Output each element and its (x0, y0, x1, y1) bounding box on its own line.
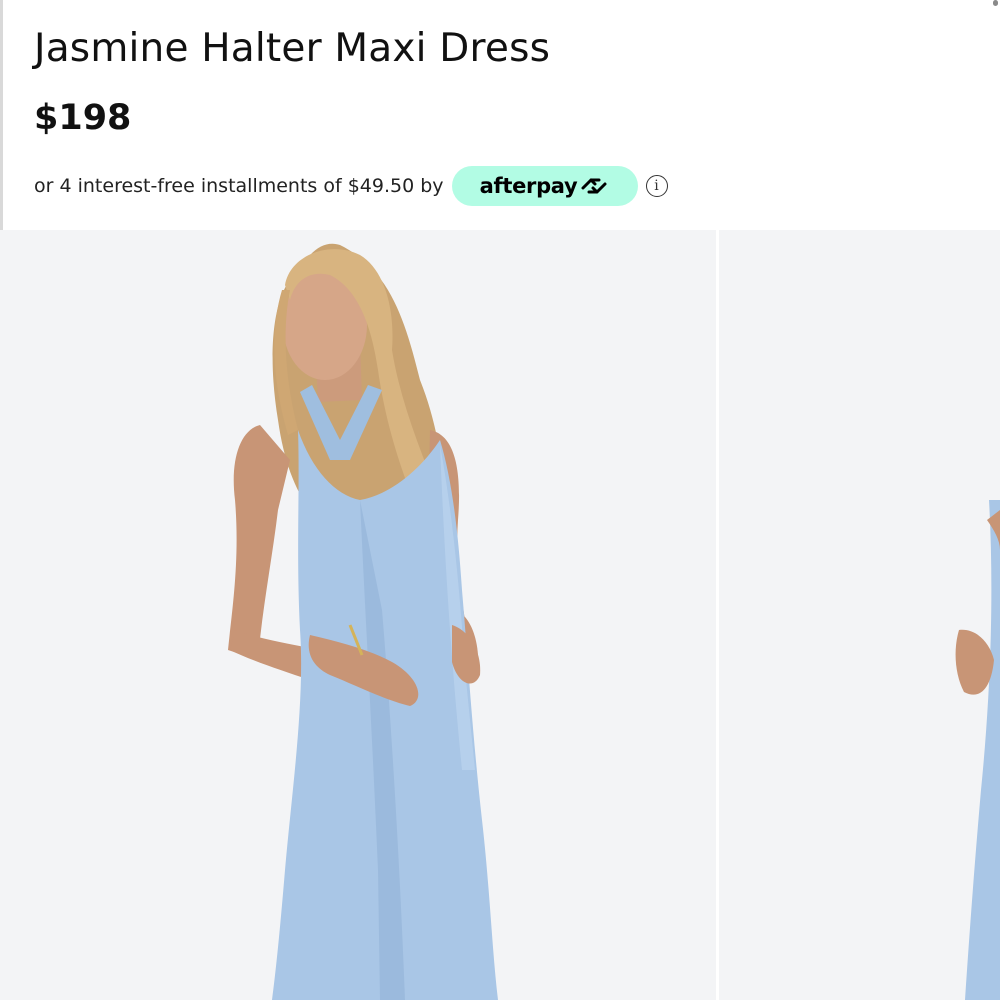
afterpay-badge[interactable]: afterpay (451, 166, 638, 206)
model-photo-illustration (0, 230, 716, 1000)
product-price: $198 (34, 98, 132, 138)
product-image-next[interactable] (719, 230, 1000, 1000)
installments-row: or 4 interest-free installments of $49.5… (34, 166, 668, 206)
afterpay-logo-text: afterpay (479, 174, 578, 198)
product-page: Jasmine Halter Maxi Dress $198 or 4 inte… (0, 0, 1000, 1000)
info-icon[interactable]: i (645, 175, 668, 197)
product-title: Jasmine Halter Maxi Dress (34, 26, 551, 71)
scrollbar-thumb[interactable] (993, 0, 998, 6)
product-image-main[interactable] (0, 230, 716, 1000)
model-photo-illustration-next (719, 230, 1000, 1000)
installments-text: or 4 interest-free installments of $49.5… (34, 175, 444, 197)
product-image-gallery (0, 230, 1000, 1000)
afterpay-arrows-icon (579, 174, 609, 198)
